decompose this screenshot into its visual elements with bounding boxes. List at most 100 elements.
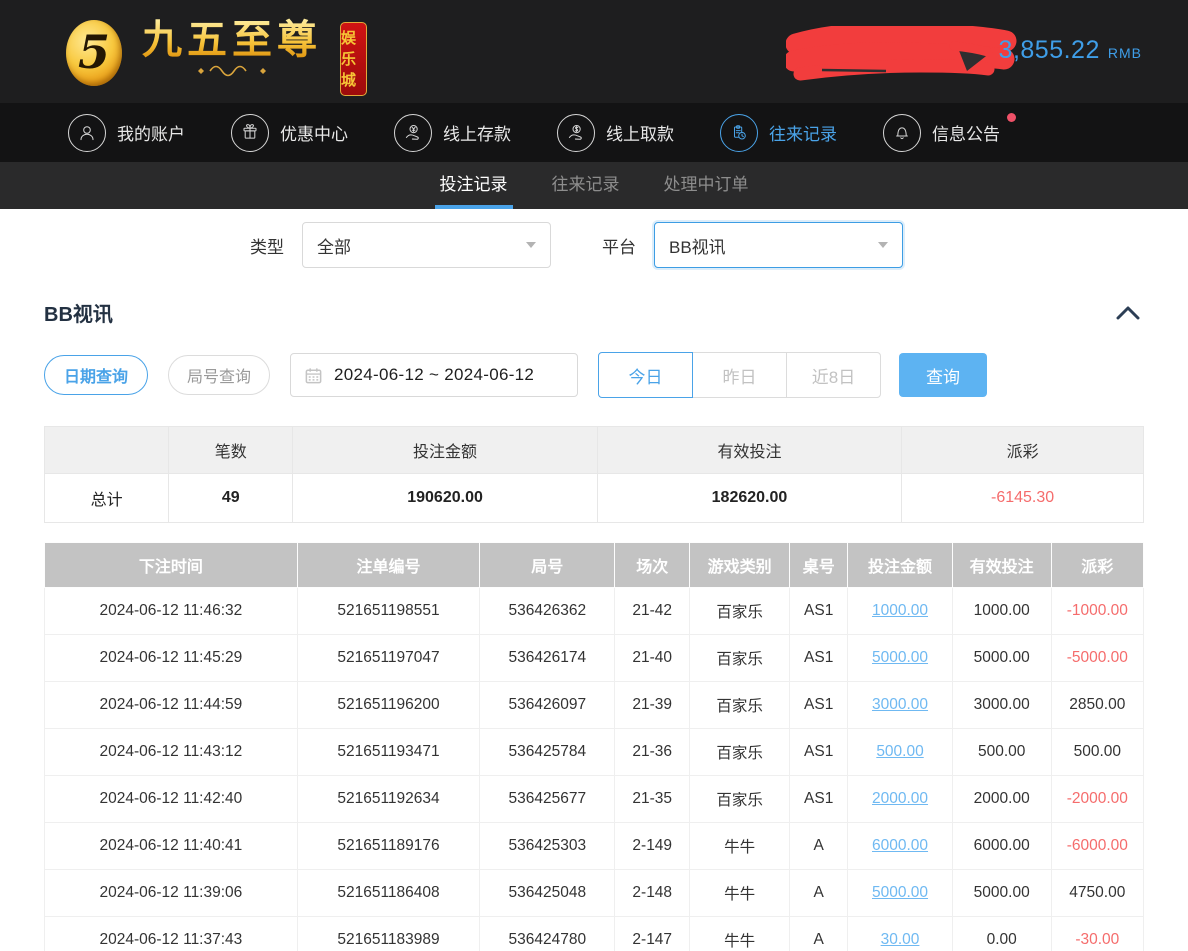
cell-bet-time: 2024-06-12 11:37:43 [45,917,298,951]
tab-pending-orders[interactable]: 处理中订单 [662,162,751,209]
cell-payout: -30.00 [1051,917,1143,951]
today-button[interactable]: 今日 [598,352,693,398]
collapse-button[interactable] [1112,302,1144,324]
redacted-scribble [786,26,1018,82]
cell-bet-time: 2024-06-12 11:44:59 [45,682,298,729]
cell-order-id: 521651198551 [297,588,479,635]
top-header: 5 九五至尊 娱乐城 [0,0,1188,103]
cell-order-id: 521651183989 [297,917,479,951]
cell-session: 21-35 [615,776,690,823]
cell-session: 21-42 [615,588,690,635]
cell-valid-bet: 1000.00 [952,588,1051,635]
balance-currency: RMB [1108,45,1142,61]
bet-amount-link[interactable]: 1000.00 [872,602,928,619]
table-row: 2024-06-12 11:42:40 521651192634 5364256… [45,776,1144,823]
cell-table-id: AS1 [790,729,848,776]
bet-amount-link[interactable]: 30.00 [881,931,920,948]
cell-round-id: 536425048 [480,870,615,917]
brand-badge: 娱乐城 [340,22,367,96]
nav-item-announcements[interactable]: 信息公告 [883,114,1000,152]
column-header-session: 场次 [615,543,690,588]
column-header-table-id: 桌号 [790,543,848,588]
cell-round-id: 536425677 [480,776,615,823]
balance-amount: 3,855.22 [999,36,1100,65]
search-button[interactable]: 查询 [899,353,987,397]
cell-valid-bet: 2000.00 [952,776,1051,823]
cell-table-id: AS1 [790,635,848,682]
yesterday-button[interactable]: 昨日 [692,352,787,398]
cell-game-type: 牛牛 [690,917,790,951]
nav-item-deposit[interactable]: 线上存款 [394,114,511,152]
cell-session: 21-40 [615,635,690,682]
sub-nav: 投注记录 往来记录 处理中订单 [0,162,1188,209]
column-header-bet-time: 下注时间 [45,543,298,588]
column-header-bet-amount: 投注金额 [848,543,952,588]
bet-amount-link[interactable]: 5000.00 [872,649,928,666]
cell-session: 2-148 [615,870,690,917]
tab-bet-records[interactable]: 投注记录 [438,162,510,209]
cell-valid-bet: 5000.00 [952,870,1051,917]
main-nav: 我的账户 优惠中心 线上存款 线上取款 往来记录 信息公告 [0,103,1188,162]
logo-glyph: 5 [78,25,110,79]
summary-count-value: 49 [169,474,293,523]
site-logo[interactable]: 5 九五至尊 娱乐城 [66,18,367,96]
summary-table: 笔数 投注金额 有效投注 派彩 总计 49 190620.00 182620.0… [44,426,1144,523]
nav-item-transaction-records[interactable]: 往来记录 [720,114,837,152]
nav-item-my-account[interactable]: 我的账户 [68,114,185,152]
bell-icon [883,114,921,152]
logo-circle-icon: 5 [66,20,122,86]
cell-table-id: A [790,870,848,917]
cell-round-id: 536425303 [480,823,615,870]
cell-payout: 2850.00 [1051,682,1143,729]
nav-item-withdraw[interactable]: 线上取款 [557,114,674,152]
cell-round-id: 536426097 [480,682,615,729]
cell-round-id: 536426174 [480,635,615,682]
cell-round-id: 536425784 [480,729,615,776]
cell-payout: 500.00 [1051,729,1143,776]
summary-valid-value: 182620.00 [597,474,901,523]
cell-order-id: 521651192634 [297,776,479,823]
column-header-order-id: 注单编号 [297,543,479,588]
cell-payout: -1000.00 [1051,588,1143,635]
bet-amount-link[interactable]: 2000.00 [872,790,928,807]
date-range-input[interactable]: 2024-06-12 ~ 2024-06-12 [290,353,578,397]
bet-amount-link[interactable]: 500.00 [876,743,923,760]
type-select[interactable]: 全部 [302,222,551,268]
cell-game-type: 牛牛 [690,870,790,917]
cell-order-id: 521651197047 [297,635,479,682]
bet-records-table: 下注时间 注单编号 局号 场次 游戏类别 桌号 投注金额 有效投注 派彩 202… [44,542,1144,951]
cell-table-id: A [790,917,848,951]
summary-bet-value: 190620.00 [293,474,597,523]
round-query-button[interactable]: 局号查询 [168,355,270,395]
date-range-value: 2024-06-12 ~ 2024-06-12 [334,365,534,385]
cell-payout: -2000.00 [1051,776,1143,823]
bet-amount-link[interactable]: 5000.00 [872,884,928,901]
cell-session: 21-36 [615,729,690,776]
cell-valid-bet: 3000.00 [952,682,1051,729]
cell-payout: 4750.00 [1051,870,1143,917]
nav-item-promotions[interactable]: 优惠中心 [231,114,348,152]
cell-round-id: 536426362 [480,588,615,635]
brand-name: 九五至尊 [142,18,322,62]
user-icon [68,114,106,152]
cell-order-id: 521651196200 [297,682,479,729]
cell-table-id: AS1 [790,682,848,729]
cell-valid-bet: 5000.00 [952,635,1051,682]
summary-header-bet: 投注金额 [293,427,597,474]
platform-select[interactable]: BB视讯 [654,222,903,268]
section-title: BB视讯 [44,298,113,327]
cell-bet-time: 2024-06-12 11:46:32 [45,588,298,635]
bet-amount-link[interactable]: 3000.00 [872,696,928,713]
bet-amount-link[interactable]: 6000.00 [872,837,928,854]
summary-header-payout: 派彩 [902,427,1144,474]
gift-icon [231,114,269,152]
type-filter-label: 类型 [250,233,284,258]
cell-bet-amount: 6000.00 [848,823,952,870]
calendar-icon [304,366,323,385]
column-header-payout: 派彩 [1051,543,1143,588]
last8days-button[interactable]: 近8日 [786,352,881,398]
cell-bet-time: 2024-06-12 11:42:40 [45,776,298,823]
date-query-button[interactable]: 日期查询 [44,355,148,395]
records-icon [720,114,758,152]
tab-transaction-records[interactable]: 往来记录 [550,162,622,209]
